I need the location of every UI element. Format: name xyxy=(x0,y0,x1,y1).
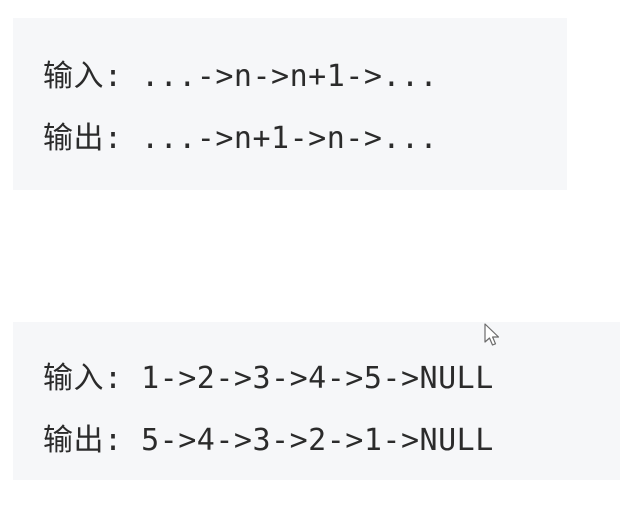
general-input-line: 输入: ...->n->n+1->... xyxy=(43,59,439,94)
concrete-input-line: 输入: 1->2->3->4->5->NULL xyxy=(43,361,494,396)
general-example-code-block: 输入: ...->n->n+1->... 输出: ...->n+1->n->..… xyxy=(13,18,567,190)
concrete-example-code-block: 输入: 1->2->3->4->5->NULL 输出: 5->4->3->2->… xyxy=(13,322,620,480)
mouse-pointer-icon xyxy=(484,323,500,346)
concrete-output-line: 输出: 5->4->3->2->1->NULL xyxy=(43,423,494,458)
general-output-line: 输出: ...->n+1->n->... xyxy=(43,121,439,156)
